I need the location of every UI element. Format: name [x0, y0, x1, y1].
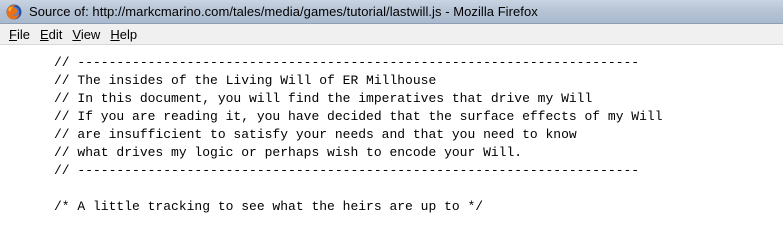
code-line: // The insides of the Living Will of ER …: [54, 73, 437, 88]
title-bar[interactable]: Source of: http://markcmarino.com/tales/…: [0, 0, 783, 24]
menu-file-label: ile: [16, 26, 30, 42]
code-line: // -------------------------------------…: [54, 163, 640, 178]
code-line: // -------------------------------------…: [54, 55, 640, 70]
firefox-icon: [6, 4, 22, 19]
browser-window: Source of: http://markcmarino.com/tales/…: [0, 0, 783, 250]
code-line: // If you are reading it, you have decid…: [54, 109, 663, 124]
menu-help-mnemonic: H: [110, 26, 120, 42]
menu-file-mnemonic: F: [9, 26, 17, 42]
menu-view-mnemonic: V: [72, 26, 81, 42]
menu-edit-mnemonic: E: [39, 26, 49, 42]
menu-edit-label: dit: [48, 26, 63, 42]
menu-file[interactable]: File: [4, 25, 35, 44]
menu-edit[interactable]: Edit: [35, 25, 67, 44]
code-line: // are insufficient to satisfy your need…: [54, 127, 577, 142]
menu-help-label: elp: [119, 26, 138, 42]
menu-view-label: iew: [80, 26, 101, 42]
source-code: // -------------------------------------…: [54, 54, 663, 216]
code-line: /* A little tracking to see what the hei…: [54, 199, 484, 214]
window-title: Source of: http://markcmarino.com/tales/…: [29, 4, 538, 19]
code-line: // In this document, you will find the i…: [54, 91, 593, 106]
menu-bar: File Edit View Help: [0, 24, 783, 45]
menu-view[interactable]: View: [67, 25, 105, 44]
source-view: // -------------------------------------…: [0, 45, 783, 250]
menu-help[interactable]: Help: [105, 25, 142, 44]
code-line: // what drives my logic or perhaps wish …: [54, 145, 523, 160]
